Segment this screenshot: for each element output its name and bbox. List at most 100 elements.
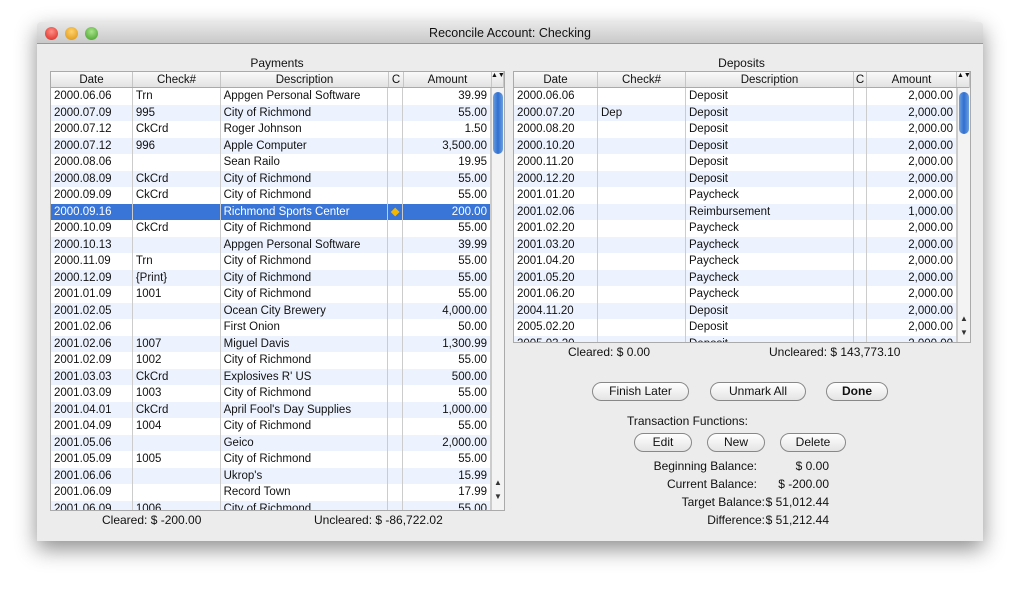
done-button[interactable]: Done	[826, 382, 888, 401]
table-row[interactable]: 2000.08.09 CkCrd City of Richmond 55.00	[51, 170, 491, 187]
column-header-cleared[interactable]: C	[389, 72, 404, 87]
table-row[interactable]: 2000.12.09 {Print} City of Richmond 55.00	[51, 269, 491, 286]
table-row[interactable]: 2001.04.09 1004 City of Richmond 55.00	[51, 418, 491, 435]
table-row[interactable]: 2001.01.20 Paycheck 2,000.00	[514, 187, 957, 204]
table-row[interactable]: 2001.05.06 Geico 2,000.00	[51, 434, 491, 451]
table-row[interactable]: 2001.02.09 1002 City of Richmond 55.00	[51, 352, 491, 369]
cell-date: 2001.03.03	[51, 368, 133, 385]
table-row[interactable]: 2000.10.09 CkCrd City of Richmond 55.00	[51, 220, 491, 237]
edit-button[interactable]: Edit	[634, 433, 692, 452]
table-row[interactable]: 2001.04.20 Paycheck 2,000.00	[514, 253, 957, 270]
table-row[interactable]: 2001.03.03 CkCrd Explosives R' US 500.00	[51, 368, 491, 385]
table-row[interactable]: 2000.09.09 CkCrd City of Richmond 55.00	[51, 187, 491, 204]
cell-amount: 2,000.00	[867, 154, 957, 171]
cell-cleared	[854, 253, 867, 270]
scroll-arrows-icon[interactable]: ▲ ▼	[492, 476, 504, 504]
cell-date: 2000.07.12	[51, 121, 133, 138]
cell-cleared	[388, 335, 404, 352]
cell-amount: 2,000.00	[867, 137, 957, 154]
table-row[interactable]: 2001.02.05 Ocean City Brewery 4,000.00	[51, 302, 491, 319]
scrollbar-thumb[interactable]	[959, 92, 969, 134]
table-row[interactable]: 2000.10.13 Appgen Personal Software 39.99	[51, 236, 491, 253]
cell-amount: 55.00	[403, 352, 491, 369]
table-row[interactable]: 2001.06.09 Record Town 17.99	[51, 484, 491, 501]
table-row[interactable]: 2000.07.12 996 Apple Computer 3,500.00	[51, 137, 491, 154]
table-row[interactable]: 2001.02.06 1007 Miguel Davis 1,300.99	[51, 335, 491, 352]
cell-description: Record Town	[221, 484, 389, 501]
table-row[interactable]: 2001.04.01 CkCrd April Fool's Day Supplies…	[51, 401, 491, 418]
table-row[interactable]: 2001.06.20 Paycheck 2,000.00	[514, 286, 957, 303]
table-row[interactable]: 2000.09.16 Richmond Sports Center ◆ 200.00	[51, 203, 491, 220]
table-row[interactable]: 2000.08.06 Sean Railo 19.95	[51, 154, 491, 171]
cell-date: 2000.07.12	[51, 137, 133, 154]
unmark-all-button[interactable]: Unmark All	[710, 382, 806, 401]
cell-cleared	[388, 401, 404, 418]
table-row[interactable]: 2000.08.20 Deposit 2,000.00	[514, 121, 957, 138]
cell-cleared	[388, 484, 404, 501]
cell-check: CkCrd	[133, 368, 221, 385]
table-row[interactable]: 2004.11.20 Deposit 2,000.00	[514, 302, 957, 319]
payments-table[interactable]: Date Check# Description C Amount ▲▼ 2000.06.06…	[50, 71, 505, 511]
balances-panel: Beginning Balance: $ 0.00 Current Balance…	[597, 459, 837, 531]
column-header-description[interactable]: Description	[686, 72, 854, 87]
table-row[interactable]: 2001.03.09 1003 City of Richmond 55.00	[51, 385, 491, 402]
table-row[interactable]: 2000.06.06 Deposit 2,000.00	[514, 88, 957, 105]
table-row[interactable]: 2000.12.20 Deposit 2,000.00	[514, 170, 957, 187]
sort-icon[interactable]: ▲▼	[491, 72, 504, 88]
cell-description: City of Richmond	[221, 104, 389, 121]
vertical-scrollbar[interactable]: ▲ ▼	[491, 88, 504, 510]
cell-cleared	[388, 104, 404, 121]
column-header-check[interactable]: Check#	[598, 72, 686, 87]
table-row[interactable]: 2001.02.06 First Onion 50.00	[51, 319, 491, 336]
delete-button[interactable]: Delete	[780, 433, 846, 452]
cell-date: 2000.12.09	[51, 269, 133, 286]
zoom-button[interactable]	[85, 27, 98, 40]
table-row[interactable]: 2001.05.09 1005 City of Richmond 55.00	[51, 451, 491, 468]
column-header-amount[interactable]: Amount	[867, 72, 957, 87]
table-row[interactable]: 2000.06.06 Trn Appgen Personal Software 39.…	[51, 88, 491, 105]
sort-icon[interactable]: ▲▼	[957, 72, 970, 88]
scrollbar-thumb[interactable]	[493, 92, 503, 154]
cell-cleared	[388, 418, 404, 435]
cell-check	[598, 319, 686, 336]
column-header-date[interactable]: Date	[51, 72, 133, 87]
table-row[interactable]: 2001.05.20 Paycheck 2,000.00	[514, 269, 957, 286]
deposits-table[interactable]: Date Check# Description C Amount ▲▼ 2000.06.06…	[513, 71, 971, 343]
table-row[interactable]: 2005.03.20 Deposit 2,000.00	[514, 335, 957, 342]
table-row[interactable]: 2000.10.20 Deposit 2,000.00	[514, 137, 957, 154]
table-row[interactable]: 2001.01.09 1001 City of Richmond 55.00	[51, 286, 491, 303]
table-row[interactable]: 2000.07.20 Dep Deposit 2,000.00	[514, 104, 957, 121]
table-row[interactable]: 2000.11.09 Trn City of Richmond 55.00	[51, 253, 491, 270]
reconcile-window: Reconcile Account: Checking Payments Dat…	[37, 22, 983, 541]
table-row[interactable]: 2001.06.09 1006 City of Richmond 55.00	[51, 500, 491, 510]
cell-check: 1007	[133, 335, 221, 352]
scroll-arrows-icon[interactable]: ▲ ▼	[958, 312, 970, 340]
minimize-button[interactable]	[65, 27, 78, 40]
cell-amount: 2,000.00	[867, 335, 957, 342]
vertical-scrollbar[interactable]: ▲ ▼	[957, 88, 970, 342]
table-row[interactable]: 2001.02.20 Paycheck 2,000.00	[514, 220, 957, 237]
beginning-balance-value: $ 0.00	[795, 459, 829, 473]
column-header-amount[interactable]: Amount	[404, 72, 492, 87]
beginning-balance-label: Beginning Balance:	[653, 459, 757, 473]
window-title: Reconcile Account: Checking	[429, 26, 591, 40]
table-row[interactable]: 2000.11.20 Deposit 2,000.00	[514, 154, 957, 171]
column-header-date[interactable]: Date	[514, 72, 598, 87]
close-button[interactable]	[45, 27, 58, 40]
table-row[interactable]: 2000.07.09 995 City of Richmond 55.00	[51, 104, 491, 121]
column-header-cleared[interactable]: C	[854, 72, 867, 87]
new-button[interactable]: New	[707, 433, 765, 452]
cell-amount: 17.99	[403, 484, 491, 501]
finish-later-button[interactable]: Finish Later	[592, 382, 689, 401]
column-header-check[interactable]: Check#	[133, 72, 221, 87]
cell-description: Paycheck	[686, 220, 854, 237]
table-row[interactable]: 2005.02.20 Deposit 2,000.00	[514, 319, 957, 336]
column-header-description[interactable]: Description	[221, 72, 389, 87]
table-row[interactable]: 2001.06.06 Ukrop's 15.99	[51, 467, 491, 484]
table-row[interactable]: 2000.07.12 CkCrd Roger Johnson 1.50	[51, 121, 491, 138]
cell-cleared	[854, 302, 867, 319]
table-row[interactable]: 2001.03.20 Paycheck 2,000.00	[514, 236, 957, 253]
cell-date: 2000.10.20	[514, 137, 598, 154]
table-row[interactable]: 2001.02.06 Reimbursement 1,000.00	[514, 203, 957, 220]
cell-amount: 2,000.00	[867, 121, 957, 138]
